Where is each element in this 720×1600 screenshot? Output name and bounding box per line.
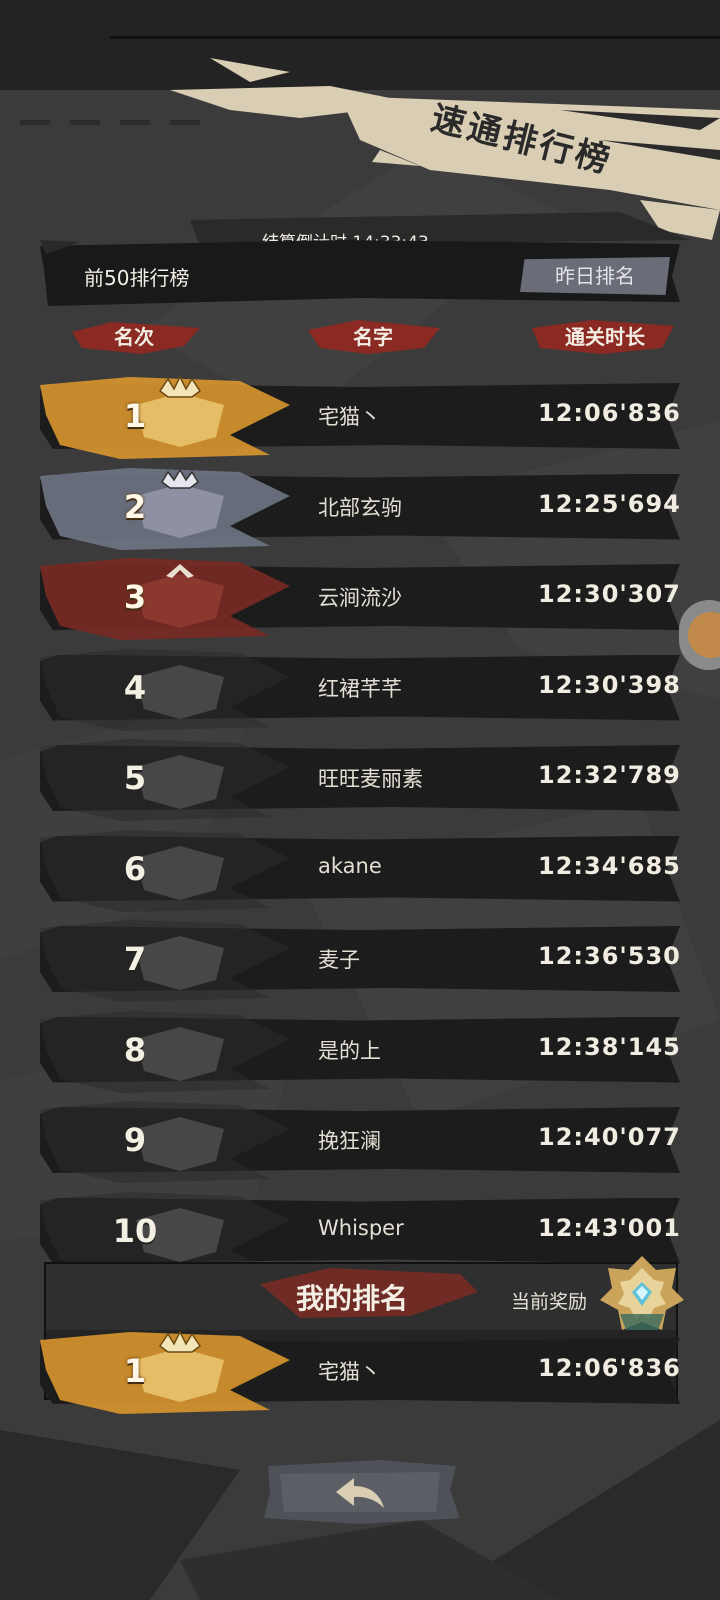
back-button[interactable] xyxy=(260,1460,462,1524)
leaderboard-row[interactable]: 7 麦子 12:36'530 xyxy=(0,918,720,1002)
player-name: 宅猫丶 xyxy=(318,405,381,429)
column-header-name: 名字 xyxy=(353,325,393,349)
leaderboard-row[interactable]: 4 红裙芊芊 12:30'398 xyxy=(0,647,720,731)
clear-time: 12:43'001 xyxy=(538,1213,681,1242)
leaderboard-row[interactable]: 8 是的上 12:38'145 xyxy=(0,1009,720,1093)
leaderboard-row[interactable]: 1 宅猫丶 12:06'836 xyxy=(0,375,720,459)
my-rank-title: 我的排名 xyxy=(296,1282,409,1315)
rank-number: 4 xyxy=(123,668,147,707)
tab-top50[interactable]: 前50排行榜 xyxy=(84,262,189,291)
clear-time: 12:40'077 xyxy=(538,1123,681,1151)
rank-number: 6 xyxy=(123,849,147,888)
player-name: 宅猫丶 xyxy=(318,1360,381,1384)
rank-number: 7 xyxy=(123,940,147,978)
rank-number: 3 xyxy=(123,578,147,616)
rank-splash xyxy=(40,1101,290,1183)
rank-number: 2 xyxy=(123,487,147,526)
leaderboard-row[interactable]: 9 挽狂澜 12:40'077 xyxy=(0,1099,720,1183)
leaderboard-row[interactable]: 6 akane 12:34'685 xyxy=(0,828,720,912)
clear-time: 12:25'694 xyxy=(538,489,681,518)
reward-medal-icon[interactable] xyxy=(600,1254,684,1338)
player-name: 是的上 xyxy=(318,1038,381,1063)
rank-number: 5 xyxy=(123,759,147,797)
rank-number: 9 xyxy=(123,1121,147,1159)
my-rank-row[interactable]: 1 宅猫丶 12:06'836 xyxy=(0,1330,720,1414)
clear-time: 12:30'307 xyxy=(538,580,681,608)
rank-splash xyxy=(40,1330,290,1414)
player-name: 挽狂澜 xyxy=(318,1129,381,1153)
rank-splash xyxy=(40,558,290,640)
rank-splash xyxy=(40,375,290,459)
yesterday-rank-button[interactable]: 昨日排名 xyxy=(520,257,670,295)
rank-splash xyxy=(40,467,290,550)
player-name: akane xyxy=(318,853,382,878)
column-header-rank: 名次 xyxy=(114,325,154,349)
back-arrow-icon xyxy=(336,1478,384,1508)
clear-time: 12:36'530 xyxy=(538,942,681,970)
rank-splash xyxy=(40,1010,290,1093)
leaderboard-row[interactable]: 3 云涧流沙 12:30'307 xyxy=(0,556,720,640)
rank-number: 8 xyxy=(123,1030,147,1069)
player-name: Whisper xyxy=(318,1215,404,1240)
rank-splash xyxy=(40,739,290,821)
player-name: 云涧流沙 xyxy=(318,586,402,610)
rank-splash xyxy=(40,920,290,1002)
column-header-time: 通关时长 xyxy=(565,325,645,349)
title-banner-graphic xyxy=(170,58,720,246)
leaderboard-list[interactable]: 1 宅猫丶 12:06'836 2 北部玄驹 12:25'694 3 云涧流沙 … xyxy=(0,375,720,1265)
clear-time: 12:06'836 xyxy=(538,1354,681,1382)
clear-time: 12:34'685 xyxy=(538,851,681,880)
player-name: 北部玄驹 xyxy=(318,495,402,520)
clear-time: 12:06'836 xyxy=(538,399,681,427)
rank-number: 1 xyxy=(123,1352,147,1390)
clear-time: 12:38'145 xyxy=(538,1032,681,1061)
rank-splash xyxy=(40,829,290,912)
player-name: 麦子 xyxy=(318,948,360,972)
side-handle-icon xyxy=(688,612,720,658)
rank-number: 10 xyxy=(112,1211,158,1250)
player-name: 旺旺麦丽素 xyxy=(318,767,423,791)
clear-time: 12:32'789 xyxy=(538,761,681,789)
rank-splash xyxy=(40,1191,290,1265)
current-reward-label: 当前奖励 xyxy=(511,1291,588,1313)
leaderboard-row[interactable]: 2 北部玄驹 12:25'694 xyxy=(0,466,720,550)
rank-splash xyxy=(40,648,290,731)
player-name: 红裙芊芊 xyxy=(318,676,402,701)
rank-number: 1 xyxy=(123,397,147,435)
clear-time: 12:30'398 xyxy=(538,670,681,699)
leaderboard-row[interactable]: 5 旺旺麦丽素 12:32'789 xyxy=(0,737,720,821)
